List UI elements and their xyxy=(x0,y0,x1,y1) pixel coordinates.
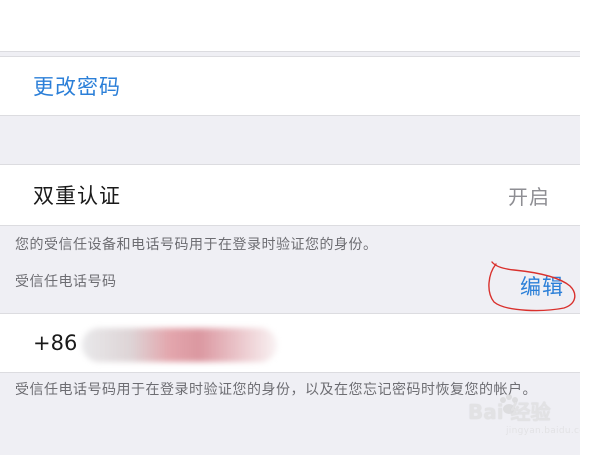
watermark-brand: Bai 经验 xyxy=(468,400,551,424)
trusted-devices-note: 您的受信任设备和电话号码用于在登录时验证您的身份。 xyxy=(15,237,378,253)
red-circle-annotation xyxy=(488,261,576,312)
two-factor-row[interactable]: 双重认证 开启 xyxy=(0,164,580,226)
top-cell xyxy=(0,0,580,52)
watermark-url: jingyan.baidu.com xyxy=(506,426,580,436)
change-password-label: 更改密码 xyxy=(33,75,121,99)
right-margin xyxy=(580,0,595,455)
two-factor-label: 双重认证 xyxy=(33,184,121,208)
change-password-row[interactable]: 更改密码 xyxy=(0,56,580,116)
trusted-phone-header: 受信任电话号码 xyxy=(15,274,117,290)
settings-screen: 更改密码 双重认证 开启 您的受信任设备和电话号码用于在登录时验证您的身份。 受… xyxy=(0,0,580,455)
phone-number-blur xyxy=(82,328,277,362)
phone-country-code: +86 xyxy=(33,331,78,355)
baidu-watermark: Bai 经验 jingyan.baidu.com xyxy=(468,382,580,444)
two-factor-status: 开启 xyxy=(508,184,550,209)
